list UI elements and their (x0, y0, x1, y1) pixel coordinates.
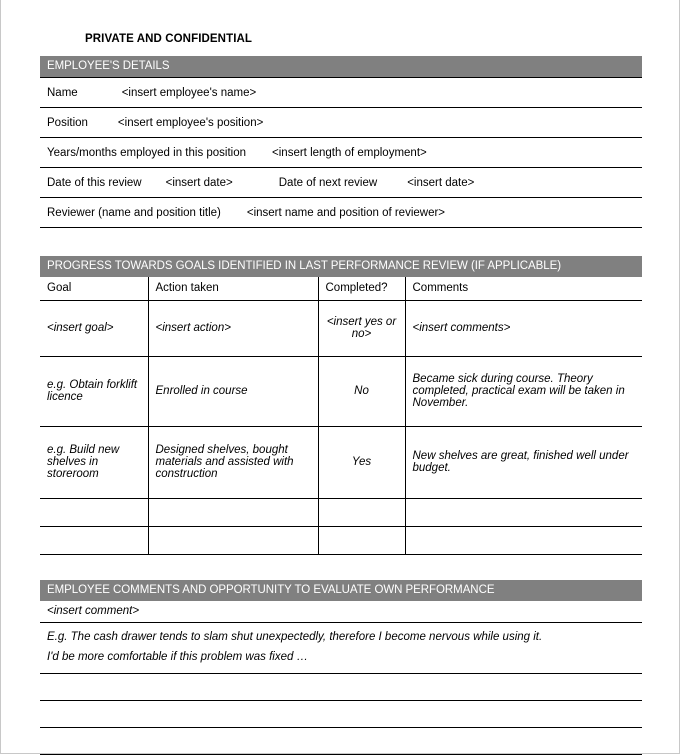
table-row: e.g. Obtain forklift licence Enrolled in… (40, 356, 642, 427)
detail-value-reviewer[interactable]: <insert name and position of reviewer> (247, 207, 445, 219)
page-title: PRIVATE AND CONFIDENTIAL (85, 33, 253, 45)
cell-action[interactable]: <insert action> (148, 300, 319, 357)
detail-label-reviewer: Reviewer (name and position title) (47, 206, 221, 219)
detail-label-position: Position (47, 116, 88, 129)
detail-value-name[interactable]: <insert employee's name> (122, 87, 257, 99)
column-header-action-taken: Action taken (148, 277, 319, 301)
employee-comments-section: EMPLOYEE COMMENTS AND OPPORTUNITY TO EVA… (40, 580, 642, 755)
progress-section: PROGRESS TOWARDS GOALS IDENTIFIED IN LAS… (40, 256, 642, 555)
comment-blank-line[interactable] (40, 728, 642, 755)
cell-completed[interactable]: No (318, 356, 406, 427)
detail-value-employment-length[interactable]: <insert length of employment> (272, 147, 427, 159)
detail-value-next-review-date[interactable]: <insert date> (407, 177, 474, 189)
detail-value-this-review-date[interactable]: <insert date> (166, 177, 233, 189)
cell-completed[interactable] (318, 526, 406, 555)
progress-goals-table: Goal Action taken Completed? Comments <i… (40, 277, 642, 555)
comment-blank-line[interactable] (40, 674, 642, 701)
detail-row-employment-length: Years/months employed in this position <… (40, 138, 642, 168)
detail-label-this-review-date: Date of this review (47, 176, 142, 189)
cell-comments[interactable] (405, 526, 642, 555)
comment-example-line-2: I'd be more comfortable if this problem … (47, 651, 309, 663)
column-header-comments: Comments (405, 277, 642, 301)
detail-label-employment-length: Years/months employed in this position (47, 146, 247, 159)
table-header-row: Goal Action taken Completed? Comments (40, 277, 642, 301)
document-page: PRIVATE AND CONFIDENTIAL EMPLOYEE'S DETA… (0, 0, 680, 755)
comment-blank-line[interactable] (40, 701, 642, 728)
progress-banner: PROGRESS TOWARDS GOALS IDENTIFIED IN LAS… (40, 256, 642, 277)
table-row (40, 526, 642, 555)
comment-insert-placeholder[interactable]: <insert comment> (40, 601, 642, 623)
employee-details-banner: EMPLOYEE'S DETAILS (40, 56, 642, 77)
employee-details-section: EMPLOYEE'S DETAILS Name <insert employee… (40, 56, 642, 228)
cell-completed[interactable]: <insert yes or no> (318, 300, 406, 357)
cell-comments[interactable]: Became sick during course. Theory comple… (405, 356, 642, 427)
cell-action[interactable] (148, 526, 319, 555)
cell-comments[interactable]: New shelves are great, finished well und… (405, 426, 642, 499)
cell-completed[interactable] (318, 498, 406, 527)
detail-label-next-review-date: Date of next review (278, 176, 378, 189)
employee-comments-body: <insert comment> E.g. The cash drawer te… (40, 601, 642, 755)
detail-row-review-dates: Date of this review <insert date> Date o… (40, 168, 642, 198)
detail-value-position[interactable]: <insert employee's position> (118, 117, 263, 129)
detail-label-name: Name (47, 86, 78, 99)
cell-goal[interactable]: e.g. Obtain forklift licence (40, 356, 149, 427)
cell-goal[interactable]: e.g. Build new shelves in storeroom (40, 426, 149, 499)
cell-action[interactable] (148, 498, 319, 527)
cell-completed[interactable]: Yes (318, 426, 406, 499)
table-row: <insert goal> <insert action> <insert ye… (40, 300, 642, 357)
employee-comments-banner: EMPLOYEE COMMENTS AND OPPORTUNITY TO EVA… (40, 580, 642, 601)
table-row: e.g. Build new shelves in storeroom Desi… (40, 426, 642, 499)
cell-comments[interactable]: <insert comments> (405, 300, 642, 357)
detail-row-reviewer: Reviewer (name and position title) <inse… (40, 198, 642, 228)
comment-example-text: E.g. The cash drawer tends to slam shut … (40, 623, 642, 674)
cell-goal[interactable]: <insert goal> (40, 300, 149, 357)
cell-action[interactable]: Designed shelves, bought materials and a… (148, 426, 319, 499)
employee-details-table: Name <insert employee's name> Position <… (40, 77, 642, 228)
column-header-goal: Goal (40, 277, 149, 301)
comment-example-line-1: E.g. The cash drawer tends to slam shut … (47, 631, 543, 643)
cell-goal[interactable] (40, 498, 149, 527)
detail-row-position: Position <insert employee's position> (40, 108, 642, 138)
table-row (40, 498, 642, 527)
column-header-completed: Completed? (318, 277, 406, 301)
detail-row-name: Name <insert employee's name> (40, 78, 642, 108)
cell-action[interactable]: Enrolled in course (148, 356, 319, 427)
cell-goal[interactable] (40, 526, 149, 555)
cell-comments[interactable] (405, 498, 642, 527)
